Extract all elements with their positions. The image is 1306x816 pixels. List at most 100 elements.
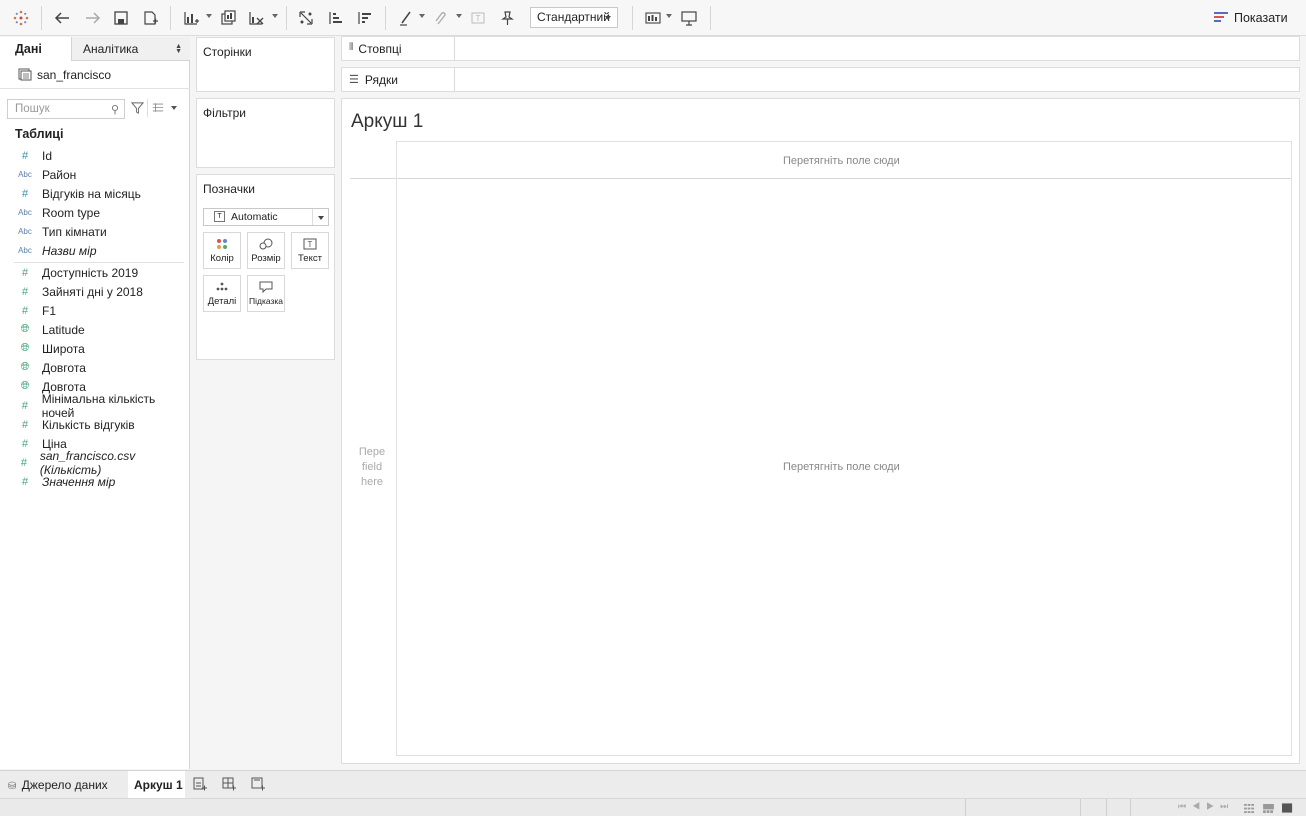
group-members-icon[interactable]: [430, 7, 452, 29]
field-item[interactable]: # Мінімальна кількість ночей: [0, 392, 190, 420]
group-members-dropdown[interactable]: [456, 14, 462, 18]
string-type-icon: Abc: [18, 246, 32, 255]
clear-sheet-dropdown[interactable]: [272, 14, 278, 18]
string-type-icon: Abc: [18, 170, 32, 179]
save-icon[interactable]: [110, 7, 132, 29]
field-item[interactable]: # Кількість відгуків: [0, 415, 190, 434]
color-icon: [204, 233, 240, 253]
new-story-tab-icon[interactable]: [251, 777, 265, 794]
field-item[interactable]: # Id: [0, 146, 190, 165]
worksheet-view: Аркуш 1 Перетягніть поле сюди Перетягніт…: [341, 98, 1300, 764]
field-name: Широта: [42, 341, 85, 356]
sort-ascending-icon[interactable]: [325, 7, 347, 29]
pages-shelf[interactable]: Сторінки: [196, 37, 335, 92]
sheet-navigation-icons[interactable]: ⏮◀▶⏭: [1178, 801, 1234, 812]
field-item[interactable]: Abc Тип кімнати: [0, 222, 190, 241]
field-item[interactable]: 🌐︎ Довгота: [0, 358, 190, 377]
view-size-select[interactable]: Стандартний: [530, 7, 618, 28]
sort-descending-icon[interactable]: [354, 7, 376, 29]
show-cards-dropdown[interactable]: [666, 14, 672, 18]
swap-rows-columns-icon[interactable]: [295, 7, 317, 29]
rows-drop-zone[interactable]: Пере field here: [352, 445, 392, 490]
search-input[interactable]: Пошук ⚲: [7, 99, 125, 119]
tabs-view-icon[interactable]: [1282, 802, 1293, 816]
highlight-icon[interactable]: [395, 7, 417, 29]
view-size-select-value: Стандартний: [537, 10, 610, 24]
new-worksheet-icon[interactable]: [180, 7, 202, 29]
rows-drop-line: here: [360, 476, 384, 488]
marks-type-select[interactable]: T Automatic: [203, 208, 329, 226]
duplicate-sheet-icon[interactable]: [217, 7, 239, 29]
field-item[interactable]: # F1: [0, 301, 190, 320]
rows-drop-line: Пере: [358, 446, 386, 458]
show-mark-labels-icon[interactable]: T: [467, 7, 489, 29]
tab-data[interactable]: Дані: [0, 37, 71, 61]
field-name: Latitude: [42, 322, 85, 337]
sort-arrows-icon: ▲ ▼: [175, 43, 182, 55]
filters-shelf[interactable]: Фільтри: [196, 98, 335, 168]
undo-icon[interactable]: [52, 7, 74, 29]
filmstrip-icon[interactable]: [1263, 802, 1274, 816]
size-icon: [248, 233, 284, 253]
number-type-icon: #: [21, 399, 28, 412]
label-mark-button[interactable]: T Текст: [291, 232, 329, 269]
field-item[interactable]: 🌐︎ Широта: [0, 339, 190, 358]
columns-drop-zone[interactable]: Перетягніть поле сюди: [783, 155, 900, 167]
color-mark-button[interactable]: Колір: [203, 232, 241, 269]
field-name: Тип кімнати: [42, 224, 107, 239]
field-name: Доступність 2019: [42, 265, 139, 280]
highlight-dropdown[interactable]: [419, 14, 425, 18]
size-mark-button[interactable]: Розмір: [247, 232, 285, 269]
svg-text:T: T: [476, 14, 481, 23]
pin-axes-icon[interactable]: [496, 7, 518, 29]
field-item[interactable]: # Відгуків на місяць: [0, 184, 190, 203]
field-item[interactable]: Abc Район: [0, 165, 190, 184]
string-type-icon: Abc: [18, 227, 32, 236]
detail-mark-button[interactable]: Деталі: [203, 275, 241, 312]
tableau-logo-icon[interactable]: [10, 7, 32, 29]
field-item[interactable]: # san_francisco.csv (Кількість): [0, 449, 190, 477]
rows-shelf-title: Рядки: [364, 73, 398, 87]
tables-header: Таблиці: [15, 127, 64, 141]
show-me-button[interactable]: Показати: [1214, 8, 1288, 28]
number-type-icon: #: [21, 187, 29, 200]
clear-sheet-icon[interactable]: [245, 7, 267, 29]
tooltip-mark-button[interactable]: Підказка: [247, 275, 285, 312]
new-worksheet-dropdown[interactable]: [206, 14, 212, 18]
marks-card: Позначки T Automatic Колір Розмір T Текс…: [196, 174, 335, 360]
svg-text:T: T: [308, 240, 313, 249]
string-type-icon: Abc: [18, 208, 32, 217]
marks-card-title: Позначки: [203, 182, 255, 196]
text-mark-icon: T: [214, 211, 225, 222]
field-item[interactable]: # Значення мір: [0, 472, 190, 491]
show-cards-icon[interactable]: [642, 7, 664, 29]
search-placeholder: Пошук: [15, 103, 50, 115]
detail-icon: [204, 276, 240, 296]
sheet-title[interactable]: Аркуш 1: [351, 111, 423, 133]
filter-icon[interactable]: [130, 101, 145, 117]
sheet-sorter-icon[interactable]: [1244, 802, 1255, 816]
field-item[interactable]: Abc Room type: [0, 203, 190, 222]
sheet-tab-active[interactable]: Аркуш 1: [128, 771, 185, 798]
view-list-dropdown[interactable]: [171, 106, 177, 110]
new-datasource-icon[interactable]: [139, 7, 161, 29]
columns-shelf-title: Стовпці: [358, 42, 402, 56]
presentation-mode-icon[interactable]: [678, 7, 700, 29]
redo-icon[interactable]: [81, 7, 103, 29]
view-list-icon[interactable]: [152, 102, 164, 116]
field-item[interactable]: Abc Назви мір: [0, 241, 190, 260]
field-item[interactable]: 🌐︎ Latitude: [0, 320, 190, 339]
datasource-item[interactable]: san_francisco: [0, 61, 190, 89]
columns-shelf[interactable]: ⦀ Стовпці: [341, 36, 1300, 61]
rows-shelf[interactable]: ☰ Рядки: [341, 67, 1300, 92]
field-item[interactable]: # Доступність 2019: [0, 263, 190, 282]
new-worksheet-tab-icon[interactable]: [193, 777, 207, 794]
field-name: Room type: [42, 205, 101, 220]
field-name: Назви мір: [42, 243, 97, 258]
tab-analytics[interactable]: Аналітика ▲ ▼: [71, 37, 190, 61]
main-drop-zone[interactable]: Перетягніть поле сюди: [783, 461, 900, 473]
field-item[interactable]: # Зайняті дні у 2018: [0, 282, 190, 301]
new-dashboard-tab-icon[interactable]: [222, 777, 236, 794]
datasource-tab[interactable]: ⛁ Джерело даних: [0, 771, 127, 798]
field-name: Id: [42, 148, 53, 163]
